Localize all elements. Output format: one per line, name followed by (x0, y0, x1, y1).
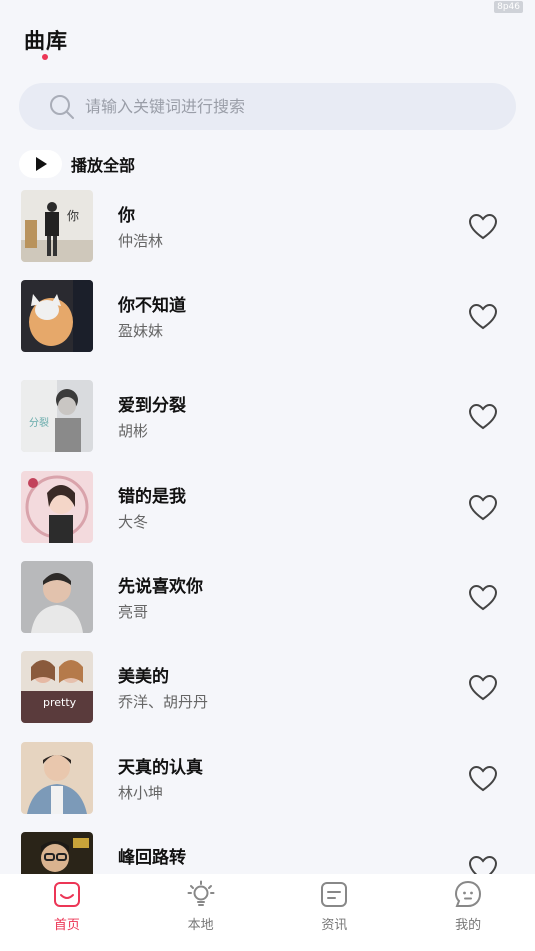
song-artist: 胡彬 (118, 422, 149, 440)
header: 曲库 (24, 25, 68, 60)
search-icon (50, 94, 74, 119)
album-cover (21, 742, 93, 814)
album-cover (21, 561, 93, 633)
cover-text: pretty (43, 696, 77, 709)
song-title: 峰回路转 (118, 848, 186, 868)
play-icon (35, 157, 47, 171)
song-title: 美美的 (118, 667, 169, 687)
page-title: 曲库 (24, 29, 68, 53)
favorite-heart-icon[interactable] (469, 585, 497, 611)
song-artist: 盈妹妹 (118, 322, 164, 340)
song-artist: 亮哥 (118, 603, 149, 621)
song-title: 天真的认真 (118, 758, 203, 778)
song-row[interactable]: 你 你 仲浩林 (0, 190, 535, 264)
album-cover (21, 280, 93, 352)
app-root: 8p46 曲库 播放全部 (0, 0, 535, 951)
song-title: 先说喜欢你 (118, 577, 203, 597)
tab-label: 首页 (53, 918, 80, 933)
bottom-tab-bar: 首页 本地 资讯 我的 (0, 874, 535, 951)
song-artist: 大冬 (118, 513, 149, 531)
home-icon (53, 882, 80, 907)
favorite-heart-icon[interactable] (469, 766, 497, 792)
tab-label: 资讯 (321, 918, 348, 933)
tab-home[interactable]: 首页 (0, 874, 134, 951)
play-all-label: 播放全部 (71, 156, 136, 175)
song-row[interactable]: 分裂 爱到分裂 胡彬 (0, 380, 535, 454)
search-bar[interactable] (19, 83, 516, 130)
song-title: 你 (118, 206, 135, 226)
favorite-heart-icon[interactable] (469, 304, 497, 330)
album-cover: pretty (21, 651, 93, 723)
fps-badge: 8p46 (494, 1, 523, 13)
profile-icon (455, 880, 482, 907)
song-title: 爱到分裂 (118, 396, 186, 416)
song-title: 错的是我 (118, 487, 186, 507)
news-icon (321, 882, 348, 907)
favorite-heart-icon[interactable] (469, 404, 497, 430)
song-artist: 乔洋、胡丹丹 (118, 693, 209, 711)
play-all-button[interactable] (19, 150, 62, 178)
tab-news[interactable]: 资讯 (268, 874, 402, 951)
svg-text:分裂: 分裂 (29, 416, 49, 429)
tab-label: 本地 (187, 918, 214, 933)
tab-profile[interactable]: 我的 (401, 874, 535, 951)
tab-label: 我的 (455, 918, 482, 933)
song-artist: 仲浩林 (118, 232, 164, 250)
favorite-heart-icon[interactable] (469, 495, 497, 521)
tab-local[interactable]: 本地 (134, 874, 268, 951)
song-row[interactable]: 先说喜欢你 亮哥 (0, 561, 535, 635)
favorite-heart-icon[interactable] (469, 214, 497, 240)
play-all[interactable]: 播放全部 (19, 150, 135, 178)
song-row[interactable]: pretty 美美的 乔洋、胡丹丹 (0, 651, 535, 725)
album-cover: 分裂 (21, 380, 93, 452)
search-input[interactable] (85, 97, 485, 116)
song-title: 你不知道 (118, 296, 186, 316)
favorite-heart-icon[interactable] (469, 675, 497, 701)
svg-text:你: 你 (67, 209, 79, 223)
title-indicator-dot (42, 54, 48, 60)
song-row[interactable]: 你不知道 盈妹妹 (0, 280, 535, 354)
song-artist: 林小坤 (118, 784, 164, 802)
album-cover: 你 (21, 190, 93, 262)
song-row[interactable]: 天真的认真 林小坤 (0, 742, 535, 816)
lightbulb-icon (187, 880, 215, 906)
song-row[interactable]: 错的是我 大冬 (0, 471, 535, 545)
album-cover (21, 471, 93, 543)
